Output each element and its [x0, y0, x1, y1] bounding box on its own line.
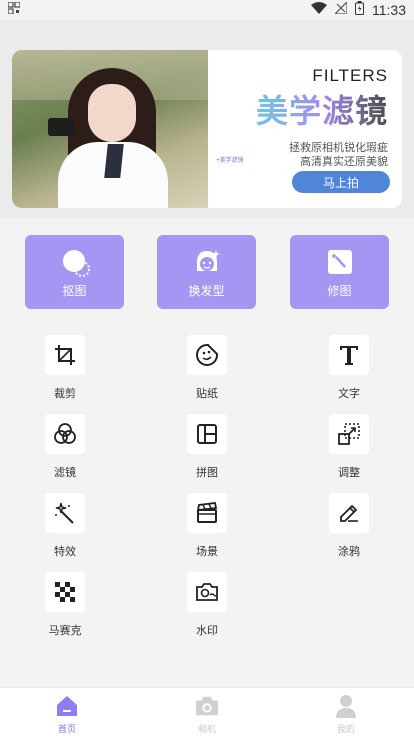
wifi-icon [311, 2, 327, 18]
tool-sticker[interactable]: 贴纸 [167, 335, 247, 409]
tool-adjust[interactable]: 调整 [309, 414, 389, 488]
promo-banner[interactable]: FILTERS 美学滤镜 •美学滤镜 拯救原相机锐化瑕疵 高清真实还原美貌 马上… [12, 50, 402, 208]
tool-label: 裁剪 [54, 387, 76, 400]
tool-crop[interactable]: 裁剪 [25, 335, 105, 409]
tool-label: 滤镜 [54, 466, 76, 479]
shoot-now-button[interactable]: 马上拍 [292, 171, 390, 193]
header: FILTERS 美学滤镜 •美学滤镜 拯救原相机锐化瑕疵 高清真实还原美貌 马上… [0, 20, 414, 218]
profile-icon [334, 694, 358, 718]
nav-camera[interactable]: 相机 [177, 694, 237, 736]
tool-label: 涂鸦 [338, 545, 360, 558]
tool-label: 场景 [196, 545, 218, 558]
filter-icon [45, 414, 85, 454]
watermark-icon [187, 572, 227, 612]
status-bar: 11:33 [0, 0, 414, 20]
no-signal-icon [333, 0, 348, 18]
hairstyle-icon [192, 247, 222, 277]
feature-retouch[interactable]: 修图 [290, 235, 389, 309]
main-content: 抠图 换发型 修图 裁剪 贴纸 文字 滤镜 拼图 调整 特效 场景 涂鸦 马赛克… [0, 218, 414, 687]
tool-label: 贴纸 [196, 387, 218, 400]
tool-scene[interactable]: 场景 [167, 493, 247, 567]
tool-label: 马赛克 [48, 624, 82, 637]
feature-label: 换发型 [188, 284, 225, 298]
nav-home[interactable]: 首页 [37, 694, 97, 736]
adjust-icon [329, 414, 369, 454]
home-icon [55, 694, 79, 718]
retouch-icon [325, 247, 355, 277]
clock: 11:33 [372, 2, 406, 18]
tool-effects[interactable]: 特效 [25, 493, 105, 567]
crop-icon [45, 335, 85, 375]
cutout-icon [60, 247, 90, 277]
nav-label: 首页 [57, 725, 76, 735]
tool-filter[interactable]: 滤镜 [25, 414, 105, 488]
tool-label: 特效 [54, 545, 76, 558]
feature-label: 抠图 [62, 284, 87, 298]
nav-label: 相机 [197, 725, 216, 735]
tool-mosaic[interactable]: 马赛克 [25, 572, 105, 646]
tool-label: 水印 [196, 624, 218, 637]
banner-title: 美学滤镜 [256, 86, 388, 132]
effects-icon [45, 493, 85, 533]
feature-label: 修图 [327, 284, 352, 298]
nav-label: 我的 [336, 725, 355, 735]
bottom-nav: 首页 相机 我的 [0, 687, 414, 739]
tool-watermark[interactable]: 水印 [167, 572, 247, 646]
collage-icon [187, 414, 227, 454]
banner-filters-label: FILTERS [312, 66, 388, 85]
camera-icon [195, 694, 219, 718]
tool-doodle[interactable]: 涂鸦 [309, 493, 389, 567]
tool-label: 拼图 [196, 466, 218, 479]
battery-icon [355, 1, 364, 19]
feature-cutout[interactable]: 抠图 [25, 235, 124, 309]
scene-icon [187, 493, 227, 533]
banner-photo [12, 50, 208, 208]
text-icon [329, 335, 369, 375]
qr-status-icon [7, 1, 21, 18]
tool-text[interactable]: 文字 [309, 335, 389, 409]
tool-label: 文字 [338, 387, 360, 400]
doodle-icon [329, 493, 369, 533]
nav-profile[interactable]: 我的 [316, 694, 376, 736]
banner-desc-line2: 高清真实还原美貌 [300, 155, 388, 168]
tool-label: 调整 [338, 466, 360, 479]
mosaic-icon [45, 572, 85, 612]
sticker-icon [187, 335, 227, 375]
feature-hairstyle[interactable]: 换发型 [157, 235, 256, 309]
tool-collage[interactable]: 拼图 [167, 414, 247, 488]
banner-small-tag: •美学滤镜 [216, 157, 244, 164]
